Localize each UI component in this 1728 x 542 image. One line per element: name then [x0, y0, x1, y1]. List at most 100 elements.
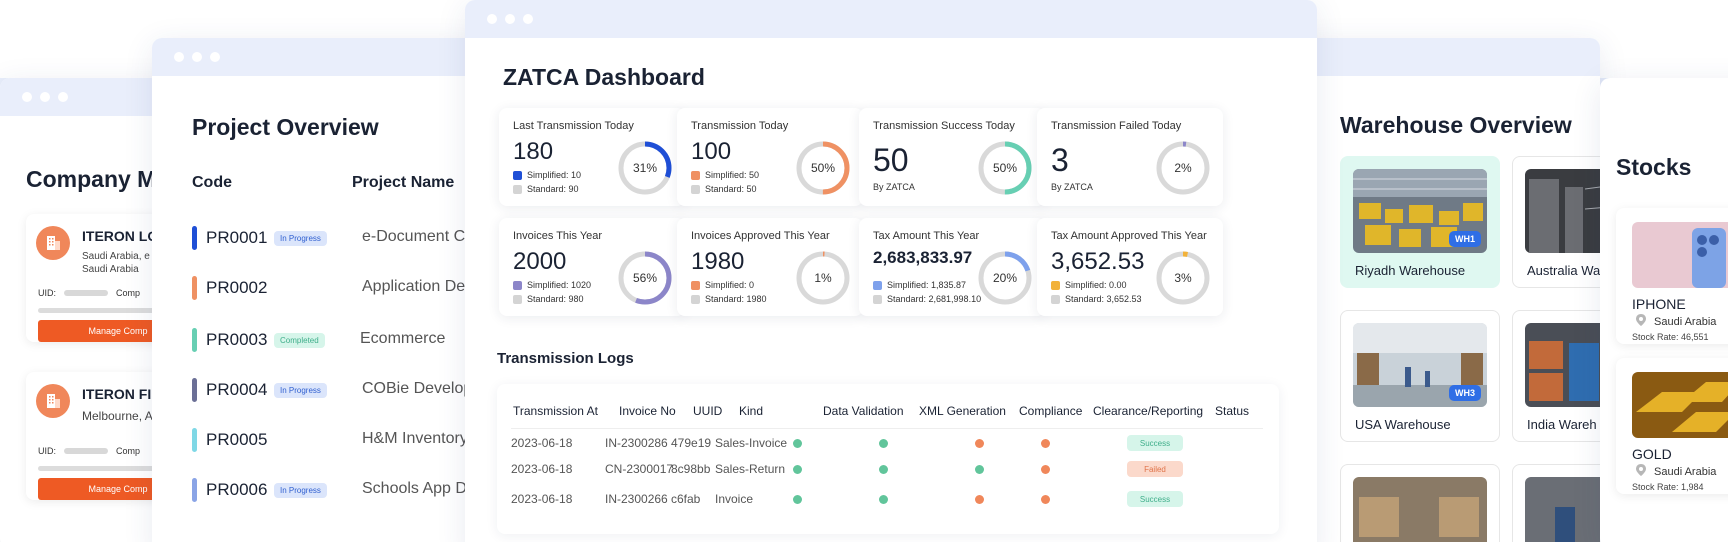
- stat-card[interactable]: Transmission Success Today 50 By ZATCA 50%: [859, 108, 1045, 206]
- log-cell-at: 2023-06-18: [511, 436, 573, 450]
- window-dot[interactable]: [192, 52, 202, 62]
- status-dot-xml: [879, 439, 888, 448]
- stat-simplified-text: Simplified: 1,835.87: [887, 280, 967, 290]
- column-header[interactable]: UUID: [693, 404, 722, 418]
- project-color-bar: [192, 478, 197, 502]
- warehouse-card[interactable]: [1512, 464, 1600, 542]
- status-dot-validation: [793, 439, 802, 448]
- warehouse-tag: WH3: [1449, 385, 1481, 401]
- log-cell-uuid: c6fab: [671, 492, 701, 506]
- warehouse-card[interactable]: Australia Wa: [1512, 156, 1600, 288]
- warehouse-photo: [1525, 169, 1600, 253]
- warehouse-photo: [1525, 323, 1600, 407]
- column-header[interactable]: Data Validation: [823, 404, 904, 418]
- legend-swatch: [873, 294, 882, 304]
- progress-percent: 56%: [632, 271, 658, 285]
- project-code: PR0005: [206, 430, 268, 449]
- window-dot[interactable]: [487, 14, 497, 24]
- legend-swatch: [691, 294, 700, 304]
- warehouse-card[interactable]: [1340, 464, 1500, 542]
- zatca-window-titlebar: [465, 0, 1317, 38]
- project-row[interactable]: PR0003 Completed Ecommerce: [192, 328, 482, 352]
- legend-swatch: [873, 280, 882, 290]
- stat-card[interactable]: Tax Amount Approved This Year 3,652.53 Sim…: [1037, 218, 1223, 316]
- project-row[interactable]: PR0002 Application Dev: [192, 276, 482, 300]
- window-dot[interactable]: [210, 52, 220, 62]
- progress-percent: 3%: [1174, 271, 1192, 285]
- stat-label: Tax Amount Approved This Year: [1051, 230, 1207, 242]
- project-code: PR0001: [206, 228, 268, 247]
- stat-simplified: Simplified: 1,835.87: [873, 280, 966, 290]
- window-dot[interactable]: [58, 92, 68, 102]
- legend-swatch: [691, 184, 700, 194]
- project-code: PR0004: [206, 380, 268, 399]
- progress-percent: 1%: [814, 271, 832, 285]
- stock-card[interactable]: GOLD Saudi Arabia Stock Rate: 1,984: [1616, 358, 1728, 494]
- window-dot[interactable]: [505, 14, 515, 24]
- stat-standard: Standard: 2,681,998.10: [873, 294, 981, 304]
- stat-label: Transmission Failed Today: [1051, 120, 1182, 132]
- window-dot[interactable]: [22, 92, 32, 102]
- stock-location-text: Saudi Arabia: [1654, 465, 1717, 478]
- stock-name: IPHONE: [1632, 296, 1686, 312]
- stat-card[interactable]: Transmission Today 100 Simplified: 50 Stand…: [677, 108, 863, 206]
- stat-label: Tax Amount This Year: [873, 230, 980, 242]
- column-header[interactable]: Status: [1215, 404, 1249, 418]
- company-address-line: Melbourne, A: [82, 409, 153, 423]
- stat-card[interactable]: Invoices Approved This Year 1980 Simplifie…: [677, 218, 863, 316]
- window-dot[interactable]: [40, 92, 50, 102]
- column-header[interactable]: XML Generation: [919, 404, 1006, 418]
- stock-name: GOLD: [1632, 446, 1672, 462]
- stat-card[interactable]: Last Transmission Today 180 Simplified: 10…: [499, 108, 685, 206]
- column-header[interactable]: Compliance: [1019, 404, 1082, 418]
- company-name: ITERON FI: [82, 386, 152, 402]
- status-dot-clearance: [1041, 439, 1050, 448]
- stat-standard: Standard: 50: [691, 184, 757, 194]
- stat-simplified-text: Simplified: 10: [527, 170, 582, 180]
- stat-standard: Standard: 90: [513, 184, 579, 194]
- legend-swatch: [1051, 280, 1060, 290]
- stat-simplified: Simplified: 10: [513, 170, 581, 180]
- stat-card[interactable]: Tax Amount This Year 2,683,833.97 Simplifi…: [859, 218, 1045, 316]
- window-dot[interactable]: [174, 52, 184, 62]
- legend-swatch: [691, 170, 700, 180]
- project-row[interactable]: PR0004 In Progress COBie Develop: [192, 378, 482, 402]
- column-header[interactable]: Kind: [739, 404, 763, 418]
- column-header[interactable]: Invoice No: [619, 404, 676, 418]
- project-window-titlebar: [152, 38, 482, 76]
- project-name: Ecommerce: [360, 330, 446, 347]
- zatca-dashboard-window: ZATCA Dashboard Last Transmission Today 1…: [465, 0, 1317, 542]
- status-dot-clearance: [1041, 465, 1050, 474]
- stat-simplified-text: Simplified: 1020: [527, 280, 592, 290]
- stock-card[interactable]: IPHONE Saudi Arabia Stock Rate: 46,551: [1616, 208, 1728, 344]
- warehouse-photo: [1353, 477, 1487, 542]
- window-dot[interactable]: [523, 14, 533, 24]
- project-code: PR0006: [206, 480, 268, 499]
- column-header-project-name[interactable]: Project Name: [352, 174, 454, 192]
- warehouse-card[interactable]: WH3 USA Warehouse: [1340, 310, 1500, 442]
- uid-placeholder: [64, 290, 108, 296]
- stat-card[interactable]: Transmission Failed Today 3 By ZATCA 2%: [1037, 108, 1223, 206]
- project-row[interactable]: PR0006 In Progress Schools App D: [192, 478, 482, 502]
- warehouse-name: India Wareh: [1527, 417, 1597, 432]
- status-badge: Success: [1127, 435, 1183, 451]
- legend-swatch: [513, 170, 522, 180]
- column-header[interactable]: Clearance/Reporting: [1093, 404, 1203, 418]
- stat-label: Last Transmission Today: [513, 120, 634, 132]
- column-header[interactable]: Transmission At: [513, 404, 598, 418]
- warehouse-name: USA Warehouse: [1355, 417, 1451, 432]
- column-header-code[interactable]: Code: [192, 174, 232, 192]
- project-row[interactable]: PR0001 In Progress e-Document Cr: [192, 226, 482, 250]
- transmission-logs-table: Transmission At Invoice No UUID Kind Dat…: [497, 384, 1279, 534]
- stat-card[interactable]: Invoices This Year 2000 Simplified: 1020 St…: [499, 218, 685, 316]
- log-cell-invoice: CN-2300017: [605, 462, 674, 476]
- project-row[interactable]: PR0005 H&M Inventory: [192, 428, 482, 452]
- stat-simplified-text: Simplified: 0.00: [1065, 280, 1127, 290]
- legend-swatch: [513, 280, 522, 290]
- company-address-line: Saudi Arabia, e: [82, 251, 150, 262]
- warehouse-window-titlebar: [1300, 38, 1600, 76]
- status-badge: Completed: [274, 333, 325, 348]
- warehouse-card[interactable]: India Wareh: [1512, 310, 1600, 442]
- company-uid: UID: Comp: [38, 446, 140, 456]
- warehouse-card[interactable]: WH1 Riyadh Warehouse: [1340, 156, 1500, 288]
